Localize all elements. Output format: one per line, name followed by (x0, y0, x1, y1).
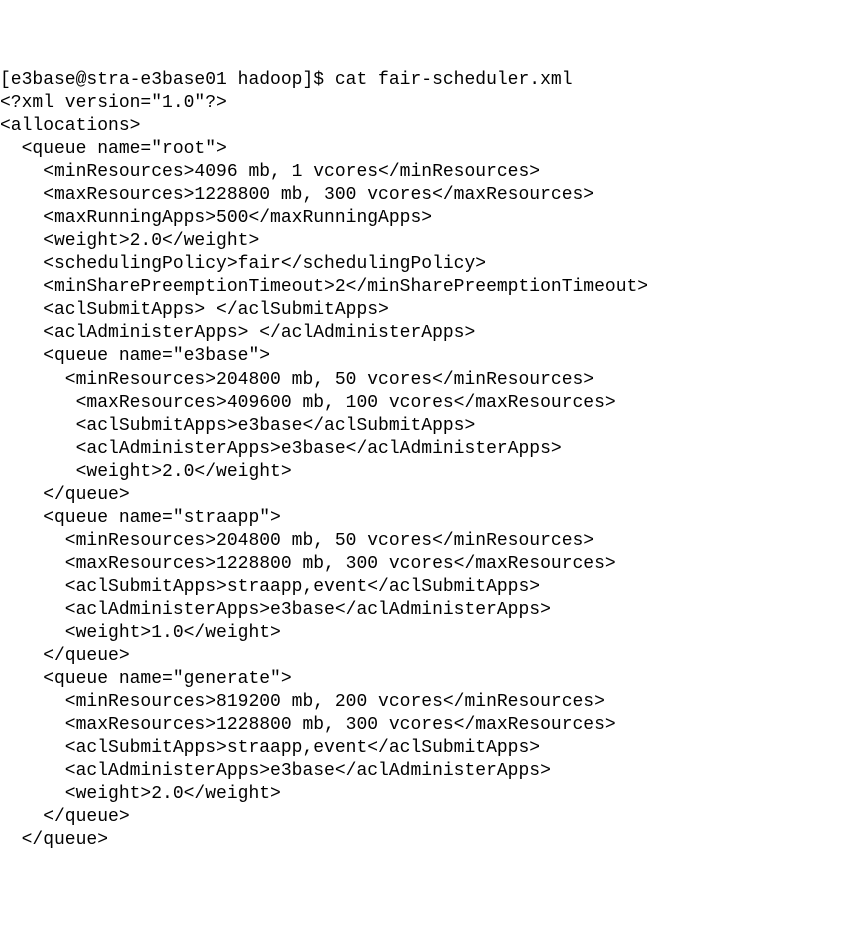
line: </queue> (0, 485, 130, 505)
line: <maxResources>1228800 mb, 300 vcores</ma… (0, 715, 616, 735)
line: <weight>2.0</weight> (0, 231, 259, 251)
line: <minSharePreemptionTimeout>2</minSharePr… (0, 277, 648, 297)
line: <maxResources>1228800 mb, 300 vcores</ma… (0, 185, 594, 205)
line: <minResources>204800 mb, 50 vcores</minR… (0, 370, 594, 390)
line: <queue name="root"> (0, 139, 227, 159)
line: <maxRunningApps>500</maxRunningApps> (0, 208, 432, 228)
line: <minResources>819200 mb, 200 vcores</min… (0, 692, 605, 712)
line: <maxResources>1228800 mb, 300 vcores</ma… (0, 554, 616, 574)
line: <minResources>204800 mb, 50 vcores</minR… (0, 531, 594, 551)
line: <aclAdministerApps>e3base</aclAdminister… (0, 600, 551, 620)
line: </queue> (0, 830, 108, 850)
line: <weight>1.0</weight> (0, 623, 281, 643)
line: <queue name="e3base"> (0, 346, 270, 366)
line: </queue> (0, 646, 130, 666)
line: <aclSubmitApps>e3base</aclSubmitApps> (0, 416, 475, 436)
line: </queue> (0, 807, 130, 827)
line: <schedulingPolicy>fair</schedulingPolicy… (0, 254, 486, 274)
line: [e3base@stra-e3base01 hadoop]$ cat fair-… (0, 70, 573, 90)
terminal-output: [e3base@stra-e3base01 hadoop]$ cat fair-… (0, 69, 864, 852)
line: <aclSubmitApps> </aclSubmitApps> (0, 300, 389, 320)
line: <allocations> (0, 116, 140, 136)
line: <?xml version="1.0"?> (0, 93, 227, 113)
line: <aclSubmitApps>straapp,event</aclSubmitA… (0, 577, 540, 597)
line: <queue name="generate"> (0, 669, 292, 689)
line: <queue name="straapp"> (0, 508, 281, 528)
line: <weight>2.0</weight> (0, 784, 281, 804)
line: <aclAdministerApps>e3base</aclAdminister… (0, 439, 562, 459)
line: <weight>2.0</weight> (0, 462, 292, 482)
line: <minResources>4096 mb, 1 vcores</minReso… (0, 162, 540, 182)
line: <aclSubmitApps>straapp,event</aclSubmitA… (0, 738, 540, 758)
line: <maxResources>409600 mb, 100 vcores</max… (0, 393, 616, 413)
line: <aclAdministerApps> </aclAdministerApps> (0, 323, 475, 343)
line: <aclAdministerApps>e3base</aclAdminister… (0, 761, 551, 781)
